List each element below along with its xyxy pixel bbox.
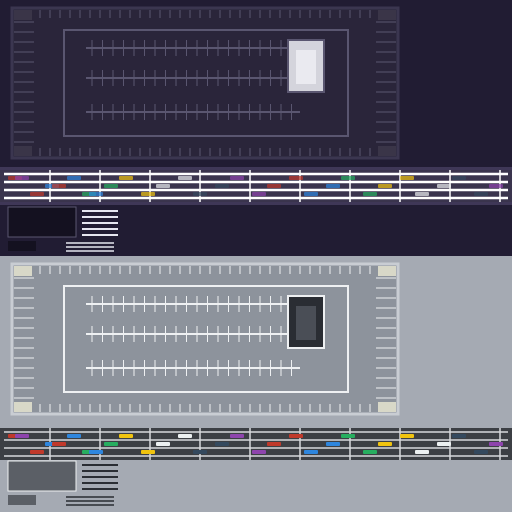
parked-car — [378, 184, 392, 188]
street-strip — [0, 428, 512, 460]
corner-block — [378, 10, 396, 20]
parked-car — [52, 184, 66, 188]
corner-block — [378, 266, 396, 276]
ramp-interior — [296, 306, 316, 340]
parked-car — [230, 434, 244, 438]
parked-car — [141, 192, 155, 196]
parked-car — [67, 176, 81, 180]
parked-car — [193, 450, 207, 454]
parked-car — [304, 450, 318, 454]
parking-garage-night-panel — [0, 0, 512, 256]
corner-block — [14, 146, 32, 156]
parked-car — [89, 450, 103, 454]
corner-block — [14, 266, 32, 276]
parked-car — [104, 442, 118, 446]
parked-car — [119, 176, 133, 180]
parked-car — [415, 450, 429, 454]
parked-car — [304, 192, 318, 196]
parked-car — [400, 434, 414, 438]
parked-car — [119, 434, 133, 438]
parked-car — [474, 192, 488, 196]
parked-car — [252, 192, 266, 196]
parked-car — [156, 442, 170, 446]
parked-car — [415, 192, 429, 196]
tile-block-small — [8, 495, 36, 505]
parked-car — [104, 184, 118, 188]
parked-car — [178, 176, 192, 180]
parked-car — [378, 442, 392, 446]
parked-car — [267, 184, 281, 188]
parked-car — [156, 184, 170, 188]
parked-car — [252, 450, 266, 454]
parking-garage-night-svg — [0, 6, 512, 252]
ramp-interior — [296, 50, 316, 84]
parked-car — [89, 192, 103, 196]
parked-car — [15, 434, 29, 438]
texture-atlas — [0, 0, 512, 512]
parked-car — [30, 450, 44, 454]
parked-car — [452, 176, 466, 180]
parked-car — [52, 442, 66, 446]
parked-car — [474, 450, 488, 454]
parking-garage-day-svg — [0, 262, 512, 506]
parked-car — [341, 176, 355, 180]
parked-car — [215, 184, 229, 188]
parked-car — [326, 442, 340, 446]
parked-car — [452, 434, 466, 438]
parked-car — [363, 450, 377, 454]
parked-car — [437, 184, 451, 188]
tile-block-small — [8, 241, 36, 251]
parked-car — [215, 442, 229, 446]
corner-block — [14, 10, 32, 20]
parked-car — [489, 442, 503, 446]
parked-car — [67, 434, 81, 438]
parked-car — [15, 176, 29, 180]
parked-car — [437, 442, 451, 446]
parked-car — [289, 176, 303, 180]
street-glow — [0, 167, 512, 205]
parked-car — [30, 192, 44, 196]
corner-block — [14, 402, 32, 412]
parked-car — [400, 176, 414, 180]
parked-car — [230, 176, 244, 180]
parked-car — [489, 184, 503, 188]
parking-garage-day-panel — [0, 256, 512, 512]
parked-car — [341, 434, 355, 438]
parked-car — [267, 442, 281, 446]
parked-car — [178, 434, 192, 438]
corner-block — [378, 402, 396, 412]
tile-block — [7, 460, 77, 492]
tile-block — [7, 206, 77, 238]
parked-car — [289, 434, 303, 438]
parked-car — [193, 192, 207, 196]
parked-car — [141, 450, 155, 454]
corner-block — [378, 146, 396, 156]
parked-car — [363, 192, 377, 196]
parked-car — [326, 184, 340, 188]
